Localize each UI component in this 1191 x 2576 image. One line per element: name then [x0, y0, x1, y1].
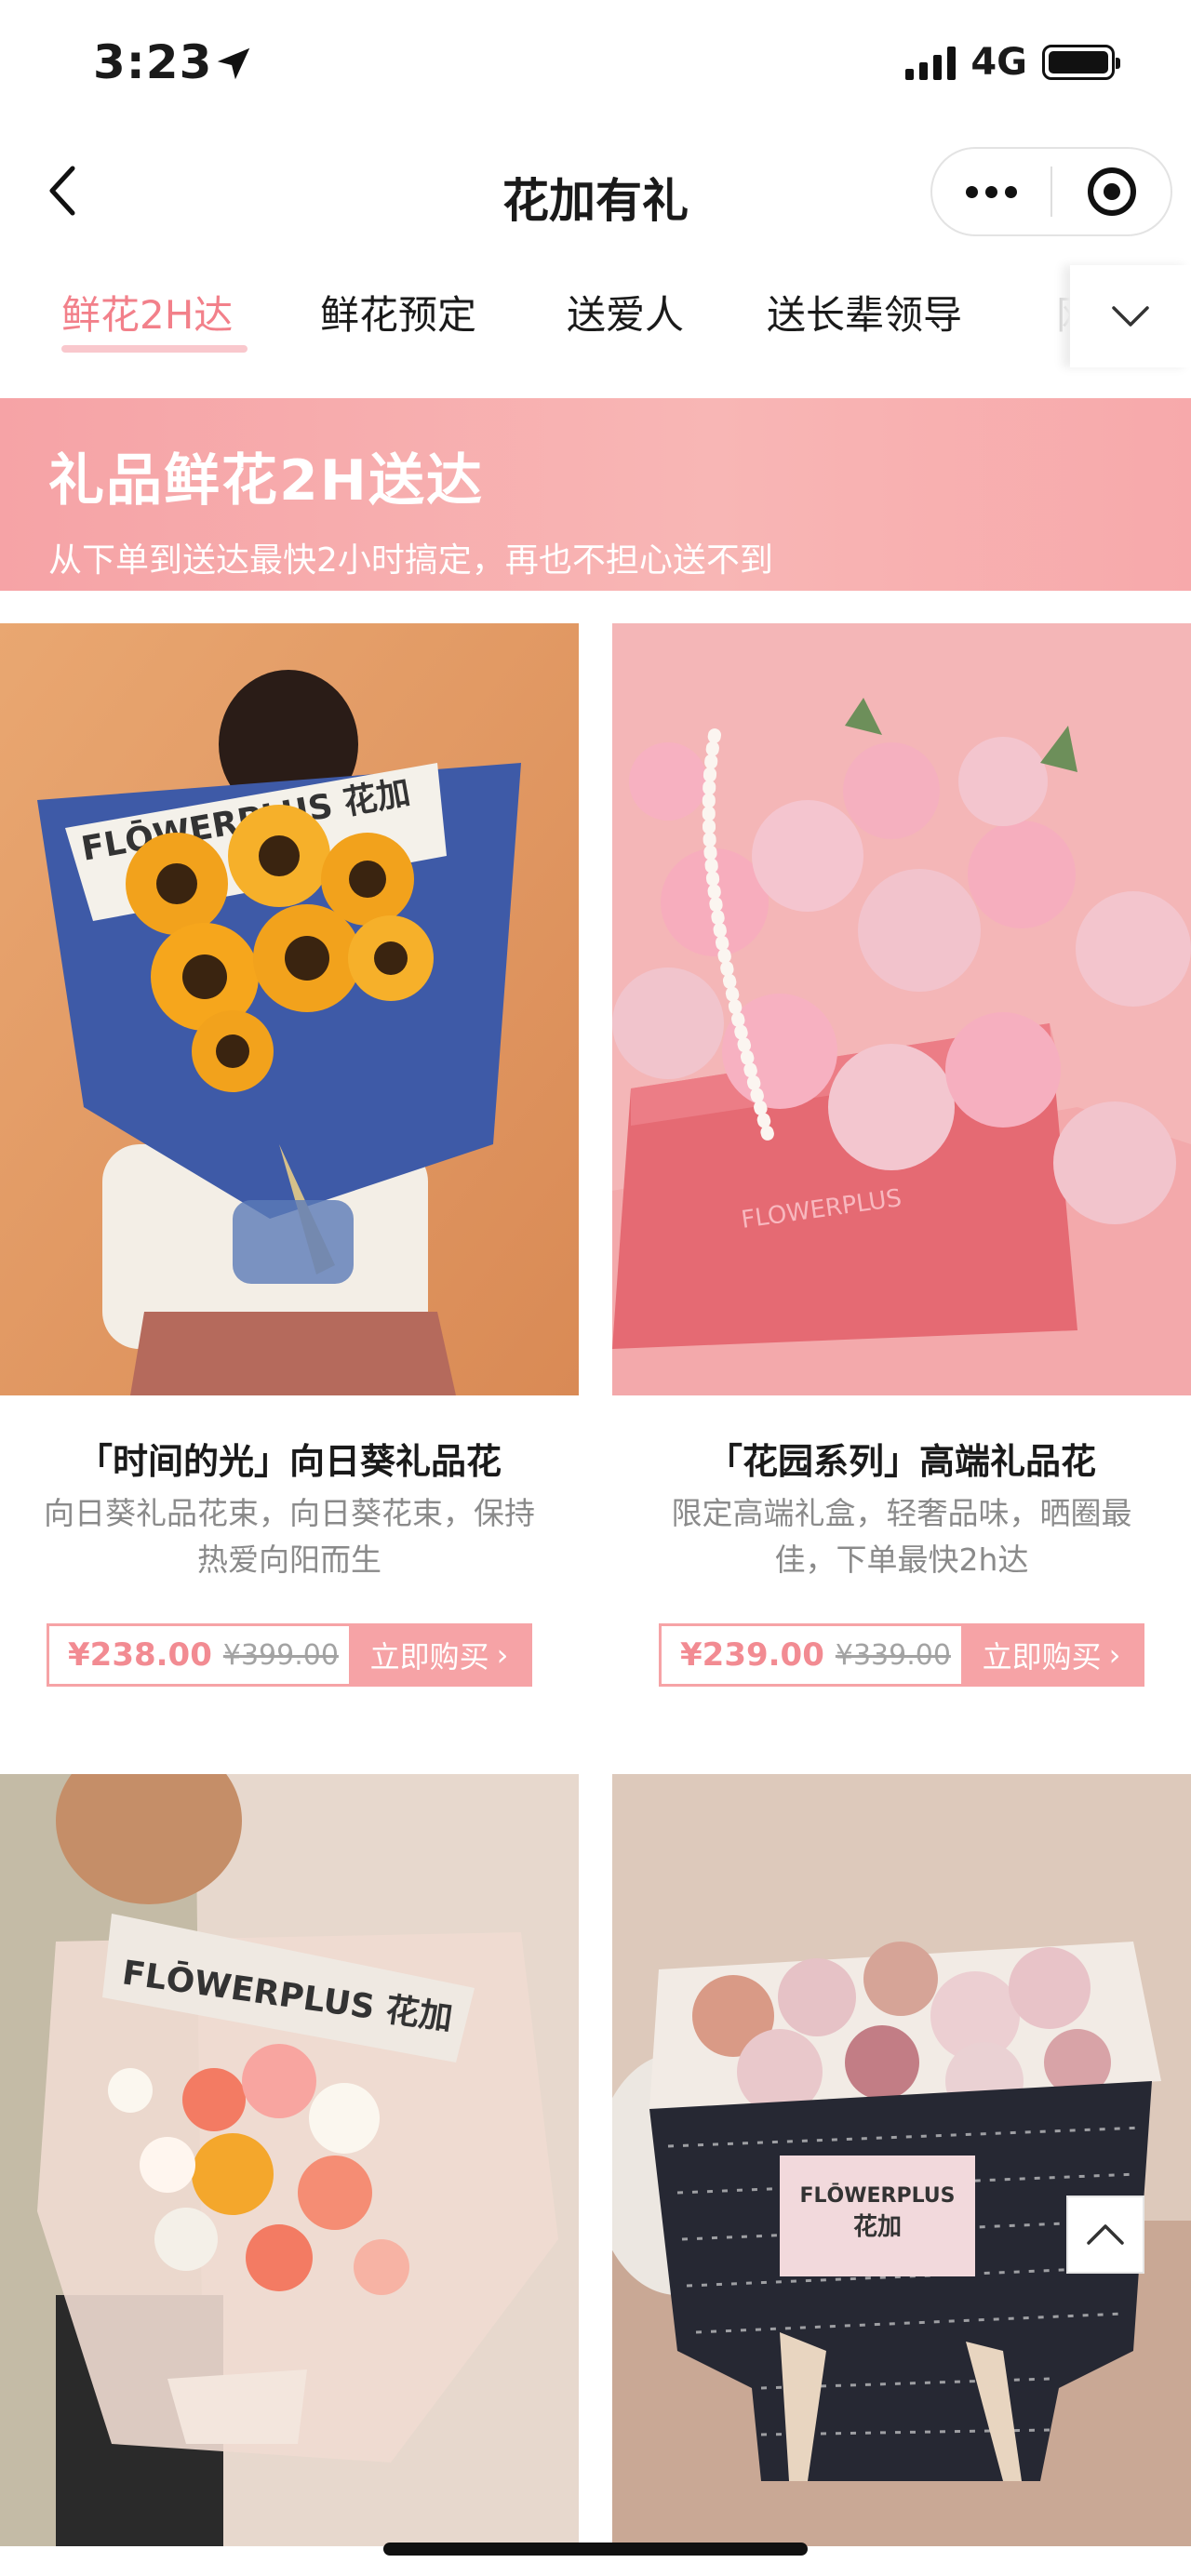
- product-card[interactable]: FLŌWERPLUS 花加 「时间的光」向日葵礼品花 向日葵礼品花束，向日葵花束…: [0, 623, 579, 1693]
- product-card[interactable]: FLŌWERPLUS 花加: [0, 1774, 579, 2546]
- product-price: ¥239.00: [680, 1636, 824, 1674]
- status-time: 3:23: [93, 35, 213, 89]
- price-buy-bar: ¥239.00 ¥339.00 立即购买 ›: [659, 1623, 1144, 1687]
- coral-bouquet-image: FLŌWERPLUS 花加: [0, 1774, 579, 2546]
- status-bar: 3:23 4G: [0, 0, 1191, 130]
- chevron-right-icon: ›: [1108, 1637, 1121, 1673]
- tag-brand-line2: 花加: [853, 2213, 902, 2241]
- scroll-to-top-button[interactable]: [1066, 2196, 1144, 2274]
- category-tabs: 鲜花2H达 鲜花预定 送爱人 送长辈领导 网: [0, 265, 1191, 367]
- product-card[interactable]: FLŌWERPLUS 花加: [612, 1774, 1191, 2546]
- price-group: ¥238.00 ¥399.00: [49, 1626, 349, 1684]
- home-indicator[interactable]: [383, 2543, 808, 2556]
- product-image[interactable]: FLOWERPLUS: [612, 623, 1191, 1395]
- chevron-right-icon: ›: [496, 1637, 509, 1673]
- buy-now-label: 立即购买: [982, 1639, 1102, 1675]
- product-image[interactable]: FLŌWERPLUS 花加: [612, 1774, 1191, 2546]
- buy-now-button[interactable]: 立即购买 ›: [961, 1626, 1142, 1684]
- product-image[interactable]: FLŌWERPLUS 花加: [0, 623, 579, 1395]
- price-buy-bar: ¥238.00 ¥399.00 立即购买 ›: [47, 1623, 532, 1687]
- product-image[interactable]: FLŌWERPLUS 花加: [0, 1774, 579, 2546]
- tabs-fade: [1005, 265, 1070, 367]
- tab-preorder[interactable]: 鲜花预定: [320, 284, 476, 340]
- more-button[interactable]: [932, 149, 1050, 234]
- signal-icon: [905, 45, 957, 80]
- tab-for-elders[interactable]: 送长辈领导: [767, 284, 962, 340]
- banner-subtitle: 从下单到送达最快2小时搞定，再也不担心送不到: [48, 541, 773, 580]
- tag-brand-line1: FLŌWERPLUS: [799, 2183, 955, 2208]
- product-title[interactable]: 「花园系列」高端礼品花: [612, 1433, 1191, 1484]
- tab-fresh-2h[interactable]: 鲜花2H达: [61, 284, 233, 340]
- network-type: 4G: [970, 41, 1027, 84]
- expand-tabs-button[interactable]: [1070, 265, 1191, 367]
- tab-for-lover[interactable]: 送爱人: [567, 284, 684, 340]
- promo-banner[interactable]: 礼品鲜花2H送达 从下单到送达最快2小时搞定，再也不担心送不到: [0, 398, 1191, 591]
- product-title[interactable]: 「时间的光」向日葵礼品花: [0, 1433, 579, 1484]
- product-price: ¥238.00: [68, 1636, 212, 1674]
- buy-now-label: 立即购买: [369, 1639, 489, 1675]
- banner-title: 礼品鲜花2H送达: [48, 448, 484, 514]
- tweed-bouquet-image: FLŌWERPLUS 花加: [612, 1774, 1191, 2546]
- mini-program-capsule: [930, 147, 1172, 236]
- product-description: 限定高端礼盒，轻奢品味，晒圈最佳，下单最快2h达: [671, 1495, 1132, 1578]
- chevron-up-icon: [1087, 2224, 1124, 2245]
- battery-icon: [1042, 45, 1120, 80]
- pink-flower-box-image: FLOWERPLUS: [612, 623, 1191, 1395]
- status-indicators: 4G: [905, 41, 1120, 84]
- nav-bar: 花加有礼: [0, 130, 1191, 256]
- buy-now-button[interactable]: 立即购买 ›: [349, 1626, 529, 1684]
- close-mini-program-button[interactable]: [1052, 149, 1171, 234]
- product-description: 向日葵礼品花束，向日葵花束，保持热爱向阳而生: [44, 1495, 535, 1578]
- sunflower-bouquet-image: FLŌWERPLUS 花加: [0, 623, 579, 1395]
- product-original-price: ¥399.00: [222, 1638, 339, 1672]
- chevron-down-icon: [1112, 306, 1149, 327]
- close-mini-program-icon: [1087, 167, 1136, 216]
- more-icon: [966, 185, 1017, 198]
- price-group: ¥239.00 ¥339.00: [662, 1626, 961, 1684]
- location-arrow-icon: [217, 47, 250, 80]
- product-card[interactable]: FLOWERPLUS 「花园系列」高端礼品花 限定高端礼盒，轻奢品味，晒圈最佳，…: [612, 623, 1191, 1693]
- active-tab-indicator: [61, 345, 248, 353]
- product-original-price: ¥339.00: [835, 1638, 951, 1672]
